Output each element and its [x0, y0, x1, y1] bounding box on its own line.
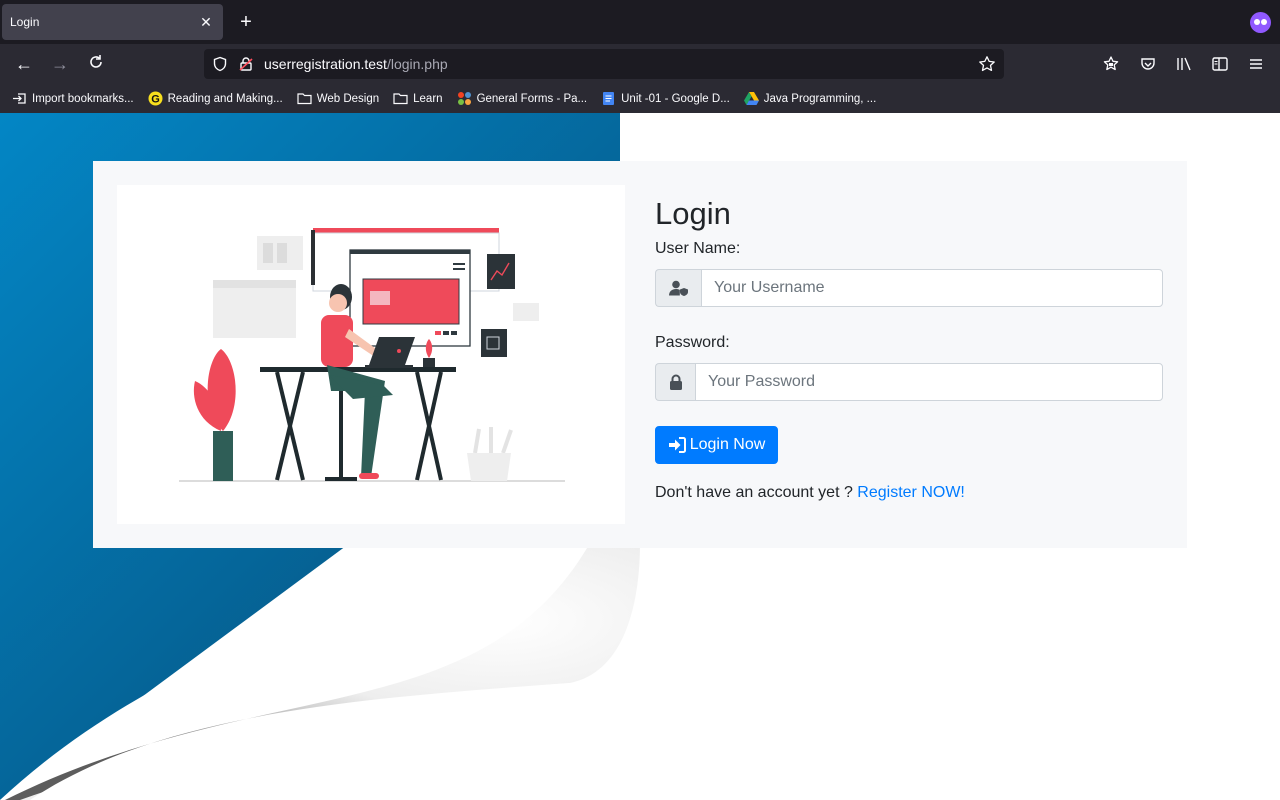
bookmark-label: Unit -01 - Google D...	[621, 92, 730, 105]
bookmark-item[interactable]: G Reading and Making...	[148, 91, 283, 106]
private-browsing-icon	[1250, 12, 1271, 33]
login-card: Login User Name: Password: Login Now Don…	[93, 161, 1187, 548]
password-input[interactable]	[695, 363, 1163, 401]
sidebar-icon[interactable]	[1211, 55, 1229, 73]
bookmark-label: General Forms - Pa...	[476, 92, 588, 105]
page-viewport: Login User Name: Password: Login Now Don…	[0, 113, 1280, 800]
tracking-shield-icon[interactable]	[212, 56, 228, 72]
bookmark-label: Java Programming, ...	[763, 92, 877, 105]
register-link[interactable]: Register NOW!	[857, 484, 965, 501]
username-label: User Name:	[655, 240, 741, 257]
bookmark-item[interactable]: General Forms - Pa...	[457, 91, 588, 106]
lock-icon	[655, 363, 695, 401]
login-button-label: Login Now	[689, 436, 766, 453]
bookmark-label: Import bookmarks...	[32, 92, 134, 105]
close-tab-icon[interactable]: ✕	[197, 14, 215, 31]
bookmark-star-icon[interactable]	[978, 55, 996, 73]
tab-title: Login	[10, 15, 40, 29]
navigation-toolbar: ← → userregistration.test/login.php	[0, 44, 1280, 84]
extensions-icon[interactable]	[1102, 55, 1120, 73]
bookmark-item[interactable]: Web Design	[297, 91, 379, 106]
bookmark-item[interactable]: Learn	[393, 91, 443, 106]
password-input-group	[655, 363, 1163, 401]
illustration	[117, 185, 625, 524]
forward-icon[interactable]: →	[48, 52, 72, 76]
bookmark-item[interactable]: Java Programming, ...	[743, 91, 877, 106]
register-prompt-text: Don't have an account yet ?	[655, 484, 858, 501]
g-logo-icon: G	[148, 91, 163, 106]
page-title: Login	[655, 196, 731, 231]
library-icon[interactable]	[1175, 55, 1193, 73]
username-input-group	[655, 269, 1163, 307]
bookmark-label: Web Design	[316, 92, 380, 105]
woman-at-laptop-illustration	[179, 228, 565, 482]
user-shield-icon	[655, 269, 701, 307]
import-icon	[13, 93, 26, 104]
bookmarks-toolbar: Import bookmarks... G Reading and Making…	[0, 84, 1280, 113]
password-label: Password:	[655, 334, 730, 351]
url-bar[interactable]: userregistration.test/login.php	[204, 49, 1004, 79]
back-icon[interactable]: ←	[12, 52, 36, 76]
folder-icon	[393, 93, 408, 105]
bookmark-label: Learn	[413, 92, 443, 105]
url-path: /login.php	[386, 56, 448, 72]
register-prompt: Don't have an account yet ? Register NOW…	[655, 484, 1163, 502]
browser-tab[interactable]: Login ✕	[2, 4, 223, 40]
bookmark-label: Reading and Making...	[167, 92, 283, 105]
reload-icon[interactable]	[84, 52, 108, 76]
login-button[interactable]: Login Now	[655, 426, 778, 464]
new-tab-icon[interactable]: +	[236, 12, 256, 32]
bookmark-item[interactable]: Import bookmarks...	[12, 91, 134, 106]
google-docs-icon	[603, 92, 615, 105]
tab-strip: Login ✕ +	[0, 0, 1280, 44]
sign-in-icon	[668, 437, 686, 453]
menu-icon[interactable]	[1247, 55, 1265, 73]
username-input[interactable]	[701, 269, 1163, 307]
insecure-lock-icon[interactable]	[238, 56, 254, 72]
url-text: userregistration.test/login.php	[264, 56, 448, 72]
login-form: Login User Name: Password: Login Now Don…	[655, 185, 1163, 502]
bookmark-item[interactable]: Unit -01 - Google D...	[601, 91, 730, 106]
joomla-icon	[457, 92, 471, 105]
url-host: userregistration.test	[264, 56, 387, 72]
svg-text:G: G	[151, 94, 160, 106]
google-drive-icon	[743, 92, 759, 105]
folder-icon	[297, 93, 312, 105]
pocket-icon[interactable]	[1139, 55, 1157, 73]
